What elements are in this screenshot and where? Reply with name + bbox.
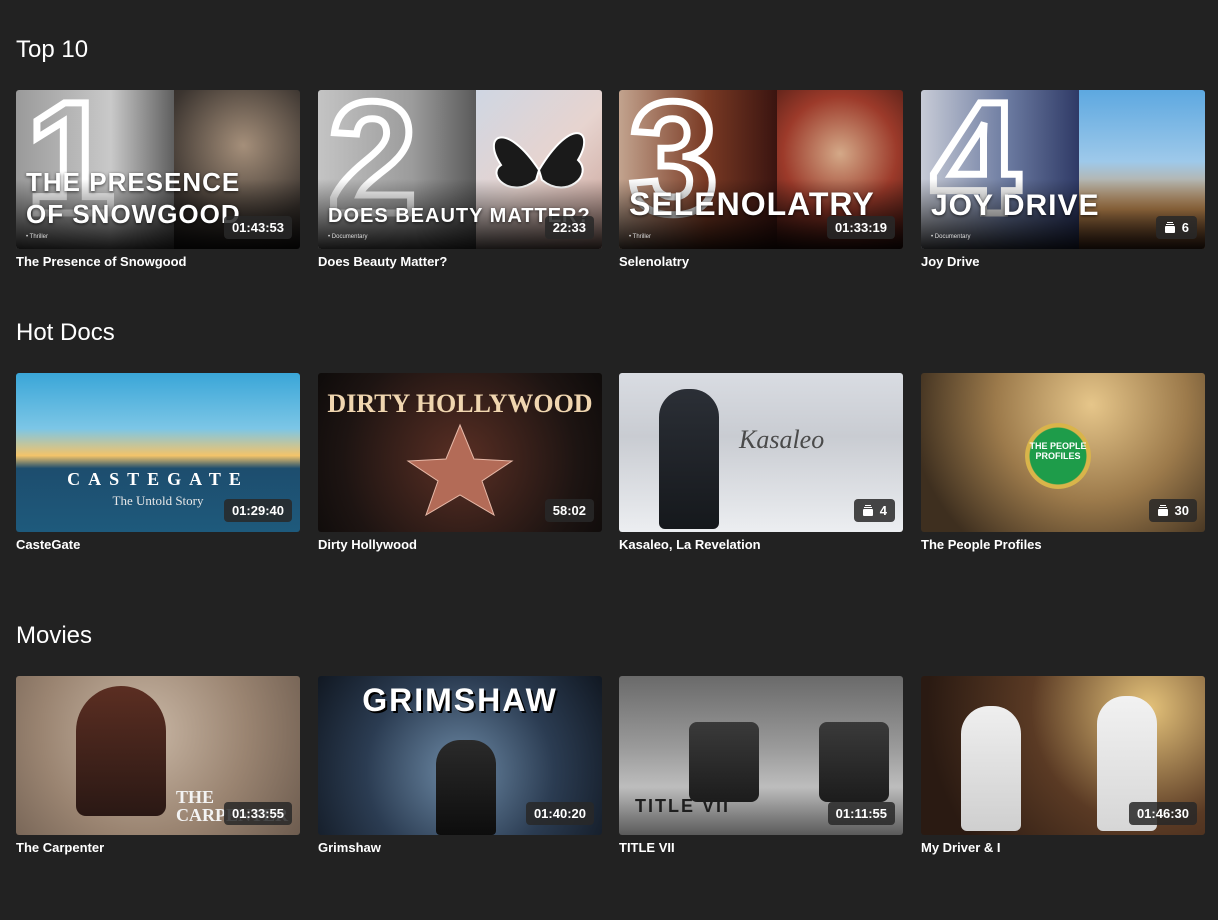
card-castegate[interactable]: CASTEGATE The Untold Story 01:29:40 Cast…	[16, 373, 300, 563]
card-grimshaw[interactable]: GRIMSHAW 01:40:20 Grimshaw	[318, 676, 602, 866]
duration-badge: 01:11:55	[827, 802, 895, 825]
poster-text: Kasaleo	[739, 425, 825, 454]
episodes-badge: 4	[853, 499, 895, 522]
section-hot-docs: Hot Docs CASTEGATE The Untold Story 01:2…	[16, 319, 1205, 559]
overlay-title: JOY DRIVE	[931, 189, 1100, 222]
card-top10-1[interactable]: 1 THE PRESENCE OF SNOWGOOD • Thriller 01…	[16, 90, 300, 280]
figure	[819, 722, 889, 802]
card-title[interactable]: Grimshaw	[318, 840, 381, 855]
genre-label: • Thriller	[26, 234, 48, 240]
section-title: Top 10	[16, 36, 89, 63]
card-title[interactable]: Joy Drive	[921, 254, 980, 269]
figure	[961, 706, 1021, 831]
episodes-icon	[1157, 505, 1168, 516]
thumbnail[interactable]: Kasaleo 4	[619, 373, 903, 532]
poster-text: CASTEGATE	[67, 469, 249, 489]
section-title: Hot Docs	[16, 319, 115, 346]
thumbnail[interactable]: GRIMSHAW 01:40:20	[318, 676, 602, 835]
figure	[436, 740, 496, 835]
card-people-profiles[interactable]: THE PEOPLE PROFILES 30 The People Profil…	[921, 373, 1205, 563]
thumbnail[interactable]: THE CARPENTER 01:33:55	[16, 676, 300, 835]
episodes-badge: 30	[1148, 499, 1197, 522]
card-title[interactable]: Dirty Hollywood	[318, 537, 417, 552]
poster-text: GRIMSHAW	[362, 682, 558, 718]
figure	[76, 686, 166, 816]
card-title-vii[interactable]: TITLE VII 01:11:55 TITLE VII	[619, 676, 903, 866]
duration-badge: 01:29:40	[223, 499, 292, 522]
card-title[interactable]: TITLE VII	[619, 840, 675, 855]
poster-text: TITLE VII	[635, 796, 731, 816]
episodes-icon	[1164, 222, 1175, 233]
duration-badge: 01:40:20	[525, 802, 594, 825]
thumbnail[interactable]: TITLE VII 01:11:55	[619, 676, 903, 835]
genre-label: • Documentary	[328, 234, 368, 240]
card-top10-4[interactable]: 4 JOY DRIVE • Documentary 6 Joy Drive	[921, 90, 1205, 280]
card-title[interactable]: CasteGate	[16, 537, 80, 552]
thumbnail[interactable]: 3 SELENOLATRY • Thriller 01:33:19	[619, 90, 903, 249]
card-row: THE CARPENTER 01:33:55 The Carpenter GRI…	[16, 676, 1205, 866]
episodes-icon	[862, 505, 873, 516]
thumbnail[interactable]: 1 THE PRESENCE OF SNOWGOOD • Thriller 01…	[16, 90, 300, 249]
thumbnail[interactable]: THE PEOPLE PROFILES 30	[921, 373, 1205, 532]
figure	[659, 389, 719, 529]
genre-label: • Documentary	[931, 234, 971, 240]
thumbnail[interactable]: CASTEGATE The Untold Story 01:29:40	[16, 373, 300, 532]
thumbnail[interactable]: 4 JOY DRIVE • Documentary 6	[921, 90, 1205, 249]
poster-text: THE PEOPLE PROFILES	[1029, 441, 1087, 461]
card-title[interactable]: My Driver & I	[921, 840, 1000, 855]
card-title[interactable]: Kasaleo, La Revelation	[619, 537, 761, 552]
thumbnail[interactable]: DIRTY HOLLYWOOD 58:02	[318, 373, 602, 532]
card-dirty-hollywood[interactable]: DIRTY HOLLYWOOD 58:02 Dirty Hollywood	[318, 373, 602, 563]
overlay-title: THE PRESENCE OF SNOWGOOD	[26, 167, 241, 229]
card-top10-2[interactable]: 2 DOES BEAUTY MATTER? • Documentary 22:3…	[318, 90, 602, 280]
card-my-driver-and-i[interactable]: 01:46:30 My Driver & I	[921, 676, 1205, 866]
card-title[interactable]: The Carpenter	[16, 840, 104, 855]
card-title[interactable]: The Presence of Snowgood	[16, 254, 186, 269]
episodes-badge: 6	[1155, 216, 1197, 239]
card-the-carpenter[interactable]: THE CARPENTER 01:33:55 The Carpenter	[16, 676, 300, 866]
poster-text: DIRTY HOLLYWOOD	[327, 389, 593, 418]
figure	[689, 722, 759, 802]
genre-label: • Thriller	[629, 234, 651, 240]
card-title[interactable]: The People Profiles	[921, 537, 1042, 552]
duration-badge: 22:33	[544, 216, 594, 239]
section-movies: Movies THE CARPENTER 01:33:55 The Carpen…	[16, 622, 1205, 862]
section-top-10: Top 10 1 THE PRESENCE OF SNOWGOOD • Thri…	[16, 36, 1205, 276]
duration-badge: 01:43:53	[223, 216, 292, 239]
card-title[interactable]: Selenolatry	[619, 254, 689, 269]
section-title: Movies	[16, 622, 93, 649]
card-row: 1 THE PRESENCE OF SNOWGOOD • Thriller 01…	[16, 90, 1205, 280]
thumbnail[interactable]: 2 DOES BEAUTY MATTER? • Documentary 22:3…	[318, 90, 602, 249]
duration-badge: 58:02	[544, 499, 594, 522]
thumbnail[interactable]: 01:46:30	[921, 676, 1205, 835]
card-title[interactable]: Does Beauty Matter?	[318, 254, 447, 269]
card-kasaleo[interactable]: Kasaleo 4 Kasaleo, La Revelation	[619, 373, 903, 563]
card-top10-3[interactable]: 3 SELENOLATRY • Thriller 01:33:19 Seleno…	[619, 90, 903, 280]
duration-badge: 01:46:30	[1128, 802, 1197, 825]
card-row: CASTEGATE The Untold Story 01:29:40 Cast…	[16, 373, 1205, 563]
duration-badge: 01:33:55	[223, 802, 292, 825]
duration-badge: 01:33:19	[826, 216, 895, 239]
